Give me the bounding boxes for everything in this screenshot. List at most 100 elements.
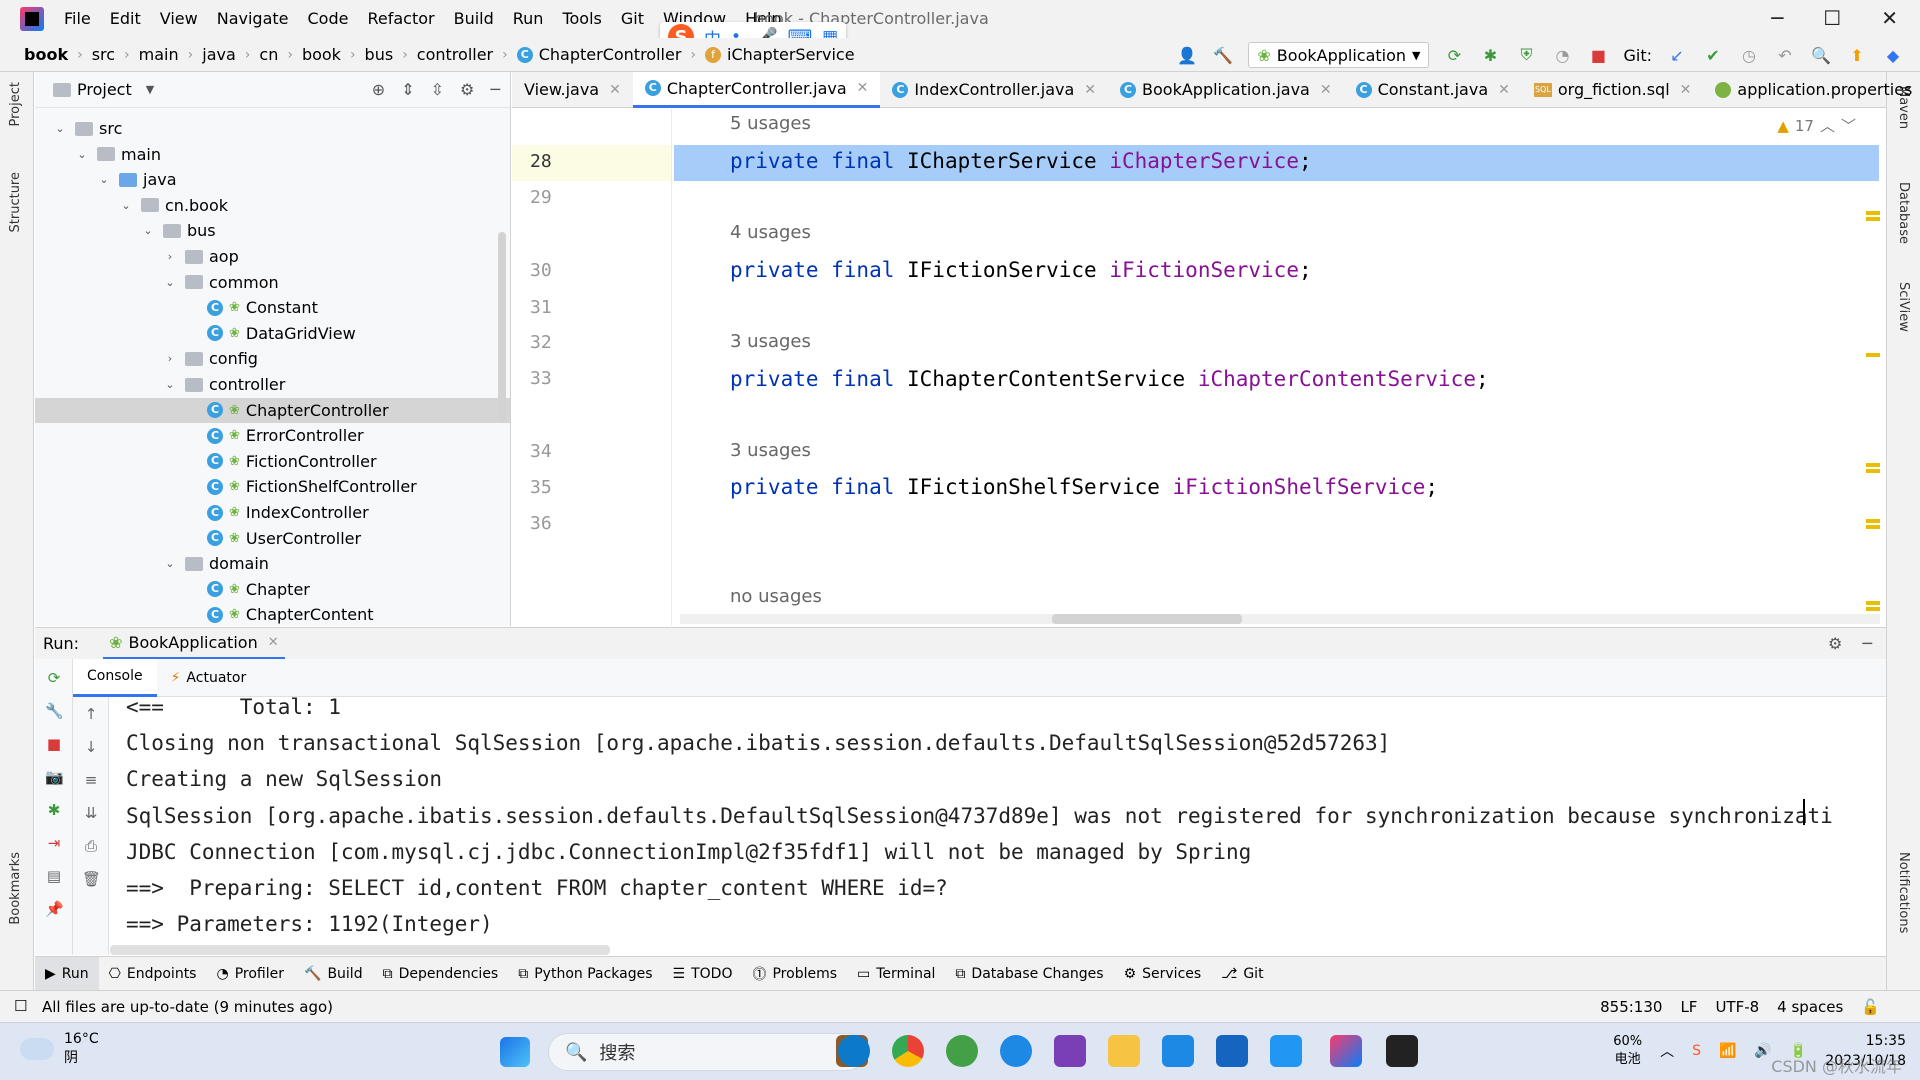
tree-item[interactable]: C ❀ IndexController: [35, 500, 510, 525]
warning-marker[interactable]: [1866, 463, 1880, 467]
tree-item[interactable]: C ❀ ChapterController: [35, 397, 510, 423]
tree-item[interactable]: C ❀ Constant: [35, 295, 510, 320]
update-icon[interactable]: ⬆: [1846, 44, 1868, 66]
caret-position[interactable]: 855:130: [1600, 998, 1662, 1016]
status-layout-icon[interactable]: ☐: [14, 997, 27, 1015]
git-commit-icon[interactable]: ✔: [1702, 44, 1724, 66]
close-icon[interactable]: ✕: [1320, 82, 1332, 98]
tool-tab-profiler[interactable]: ◔ Profiler: [206, 957, 294, 991]
usages-hint[interactable]: 5 usages: [730, 113, 811, 134]
project-tool-tab[interactable]: Project: [8, 82, 23, 126]
menu-file[interactable]: File: [64, 9, 91, 28]
visual-studio-icon[interactable]: [1054, 1035, 1086, 1067]
editor-tab[interactable]: View.java ✕: [512, 72, 633, 108]
chevron-down-icon[interactable]: ⌄: [97, 173, 111, 186]
warning-marker[interactable]: [1866, 607, 1880, 611]
tree-item[interactable]: ⌄ bus: [35, 218, 510, 243]
editor-tab[interactable]: SQL org_fiction.sql ✕: [1522, 72, 1704, 108]
breadcrumb-item[interactable]: controller: [417, 45, 493, 64]
tool-tab-python-packages[interactable]: ⧉ Python Packages: [508, 957, 662, 991]
gear-icon[interactable]: ⚙: [1828, 634, 1842, 653]
tree-item[interactable]: ⌄ common: [35, 270, 510, 295]
coverage-icon[interactable]: ⛨: [1515, 44, 1537, 66]
pin-icon[interactable]: 📌: [45, 900, 64, 918]
hide-icon[interactable]: ─: [1862, 634, 1872, 653]
sciview-tool-tab[interactable]: SciView: [1896, 282, 1911, 332]
rerun-icon[interactable]: ⟳: [1443, 44, 1465, 66]
git-update-icon[interactable]: ↙: [1666, 44, 1688, 66]
menu-build[interactable]: Build: [454, 9, 494, 28]
prev-issue-icon[interactable]: ︿: [1820, 115, 1835, 136]
collapse-all-icon[interactable]: ⇳: [431, 80, 444, 99]
git-history-icon[interactable]: ◷: [1738, 44, 1760, 66]
chevron-up-icon[interactable]: ︿: [1660, 1041, 1674, 1061]
menu-run[interactable]: Run: [513, 9, 544, 28]
next-issue-icon[interactable]: ﹀: [1841, 115, 1856, 136]
tool-tab-todo[interactable]: ☰ TODO: [663, 957, 743, 991]
run-config-selector[interactable]: ❀ BookApplication ▼: [1248, 42, 1430, 68]
scroll-down-icon[interactable]: ↓: [82, 738, 100, 756]
tool-tab-run[interactable]: ▶ Run: [35, 956, 99, 991]
editor-tab[interactable]: C IndexController.java ✕: [880, 72, 1108, 108]
gear-icon[interactable]: ⚙: [460, 80, 474, 99]
debug-icon[interactable]: ✱: [45, 801, 63, 819]
tree-item[interactable]: ⌄ controller: [35, 372, 510, 397]
breadcrumb-item[interactable]: cn: [259, 45, 278, 64]
tool-tab-services[interactable]: ⚙ Services: [1114, 957, 1212, 991]
usages-hint[interactable]: 4 usages: [730, 222, 811, 243]
tree-item[interactable]: › aop: [35, 244, 510, 269]
chevron-down-icon[interactable]: ⌄: [119, 199, 133, 212]
git-rollback-icon[interactable]: ↶: [1774, 44, 1796, 66]
menu-refactor[interactable]: Refactor: [367, 9, 434, 28]
soft-wrap-icon[interactable]: ≡: [82, 771, 100, 789]
scroll-up-icon[interactable]: ↑: [82, 705, 100, 723]
minimize-icon[interactable]: ─: [1771, 6, 1783, 30]
tab-actuator[interactable]: ⚡ Actuator: [157, 659, 261, 697]
status-message[interactable]: All files are up-to-date (9 minutes ago): [42, 998, 333, 1016]
stop-icon[interactable]: ■: [1587, 44, 1609, 66]
tree-item[interactable]: C ❀ ChapterContent: [35, 602, 510, 627]
user-icon[interactable]: 👤: [1176, 44, 1198, 66]
run-tab-bookapplication[interactable]: ❀ BookApplication ✕: [103, 628, 285, 660]
warning-marker[interactable]: [1866, 601, 1880, 605]
expand-all-icon[interactable]: ⇕: [401, 80, 414, 99]
chevron-down-icon[interactable]: ⌄: [53, 122, 67, 135]
edge-browser-icon[interactable]: [838, 1035, 870, 1067]
tree-item[interactable]: › config: [35, 346, 510, 371]
scroll-to-end-icon[interactable]: ⇊: [82, 804, 100, 822]
tree-item[interactable]: ⌄ main: [35, 142, 510, 167]
breadcrumb-item[interactable]: main: [139, 45, 179, 64]
trash-icon[interactable]: 🗑: [82, 870, 101, 888]
browser-app-icon[interactable]: [946, 1035, 978, 1067]
feishu-app-icon[interactable]: [1270, 1035, 1302, 1067]
editor-tab[interactable]: C BookApplication.java ✕: [1108, 72, 1344, 108]
console-horizontal-scrollbar[interactable]: [110, 945, 610, 955]
line-separator[interactable]: LF: [1680, 998, 1697, 1016]
jetbrains-ai-icon[interactable]: ◆: [1882, 44, 1904, 66]
chevron-down-icon[interactable]: ⌄: [141, 224, 155, 237]
breadcrumb-item[interactable]: book: [302, 45, 341, 64]
vscode-icon[interactable]: [1162, 1035, 1194, 1067]
editor-tab[interactable]: C ChapterController.java ✕: [632, 71, 881, 108]
tree-item[interactable]: ⌄ src: [35, 116, 510, 141]
indent-setting[interactable]: 4 spaces: [1777, 998, 1843, 1016]
intellij-taskbar-icon[interactable]: [1330, 1035, 1362, 1067]
menu-view[interactable]: View: [160, 9, 198, 28]
usages-hint[interactable]: no usages: [730, 586, 822, 607]
media-app-icon[interactable]: [1216, 1035, 1248, 1067]
breadcrumb-item[interactable]: C ChapterController: [516, 45, 681, 64]
camera-icon[interactable]: 📷: [45, 768, 64, 786]
tool-tab-terminal[interactable]: ▭ Terminal: [847, 957, 945, 991]
print-icon[interactable]: ⎙: [82, 837, 100, 855]
chevron-down-icon[interactable]: ⌄: [163, 276, 177, 289]
code-editor[interactable]: 28 29 30 31 32 33 34 35 36 5 usages 4 usages 3 usa…: [512, 109, 1886, 626]
search-icon[interactable]: 🔍: [1810, 44, 1832, 66]
breadcrumb-item[interactable]: src: [92, 45, 115, 64]
tool-tab-problems[interactable]: ⓵ Problems: [742, 957, 847, 991]
profile-icon[interactable]: ◔: [1551, 44, 1573, 66]
chevron-down-icon[interactable]: ⌄: [75, 148, 89, 161]
warning-marker[interactable]: [1866, 217, 1880, 221]
layout-icon[interactable]: ▤: [45, 867, 63, 885]
menu-navigate[interactable]: Navigate: [217, 9, 289, 28]
maximize-icon[interactable]: ☐: [1823, 6, 1841, 30]
